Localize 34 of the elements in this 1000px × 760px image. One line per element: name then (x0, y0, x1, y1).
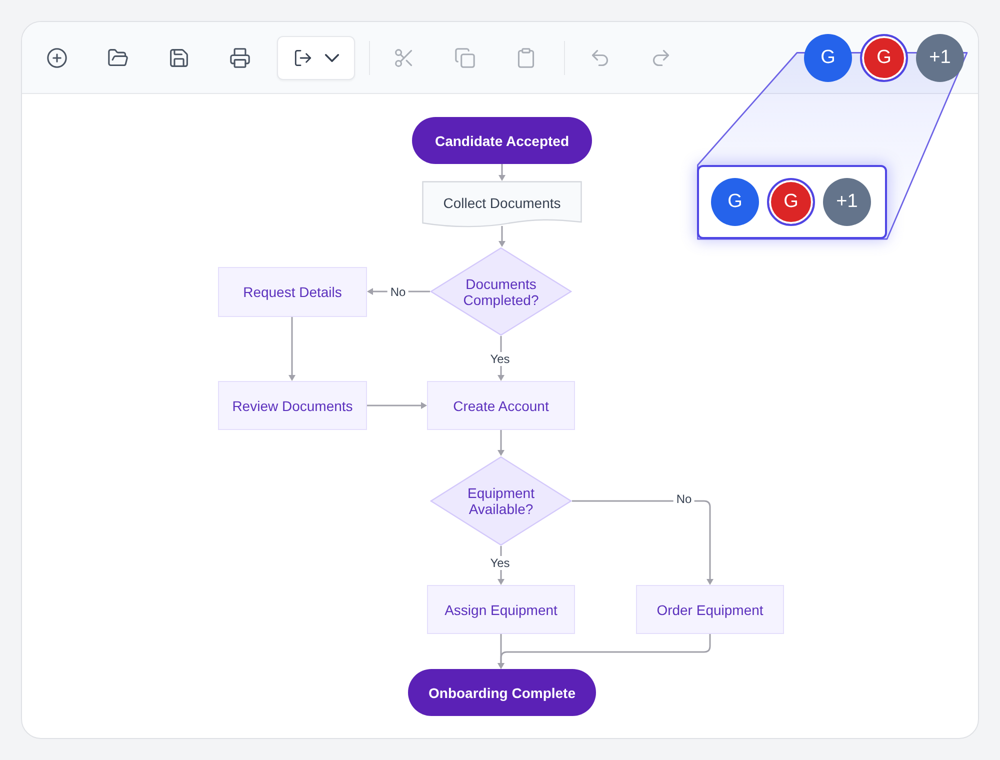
decision-node: Documents Completed? (430, 247, 572, 336)
terminal-node: Candidate Accepted (412, 117, 592, 164)
process-node: Review Documents (218, 381, 367, 430)
process-node: Create Account (427, 381, 575, 430)
process-node: Order Equipment (636, 585, 784, 634)
decision-node: Equipment Available? (430, 456, 572, 546)
avatar[interactable]: +1 (916, 34, 964, 82)
terminal-node: Onboarding Complete (408, 669, 596, 716)
export-menu-button[interactable] (277, 36, 355, 80)
branch-label: No (387, 284, 409, 298)
copy-icon (455, 48, 475, 68)
process-node: Assign Equipment (427, 585, 575, 634)
redo-icon (651, 48, 671, 68)
connector-arrow (498, 164, 506, 181)
connector-arrow (367, 402, 427, 409)
folder-icon (108, 48, 128, 68)
exit-icon (294, 48, 312, 66)
avatar[interactable]: G (860, 34, 908, 82)
clipboard-icon (516, 48, 536, 68)
chevron-down-icon (324, 54, 338, 62)
undo-icon (590, 48, 610, 68)
printer-icon (230, 48, 250, 68)
process-node: Request Details (218, 267, 367, 317)
plus-circle-icon (47, 48, 67, 68)
scissors-icon (394, 48, 414, 68)
avatar: G (711, 178, 759, 226)
branch-label: No (673, 492, 695, 506)
connector-arrow (498, 226, 506, 247)
avatar: G (767, 178, 815, 226)
document-node: Collect Documents (422, 181, 582, 229)
avatar[interactable]: G (804, 34, 852, 82)
connector-arrow (498, 430, 504, 456)
avatar: +1 (823, 178, 871, 226)
connector-arrow (288, 317, 296, 381)
